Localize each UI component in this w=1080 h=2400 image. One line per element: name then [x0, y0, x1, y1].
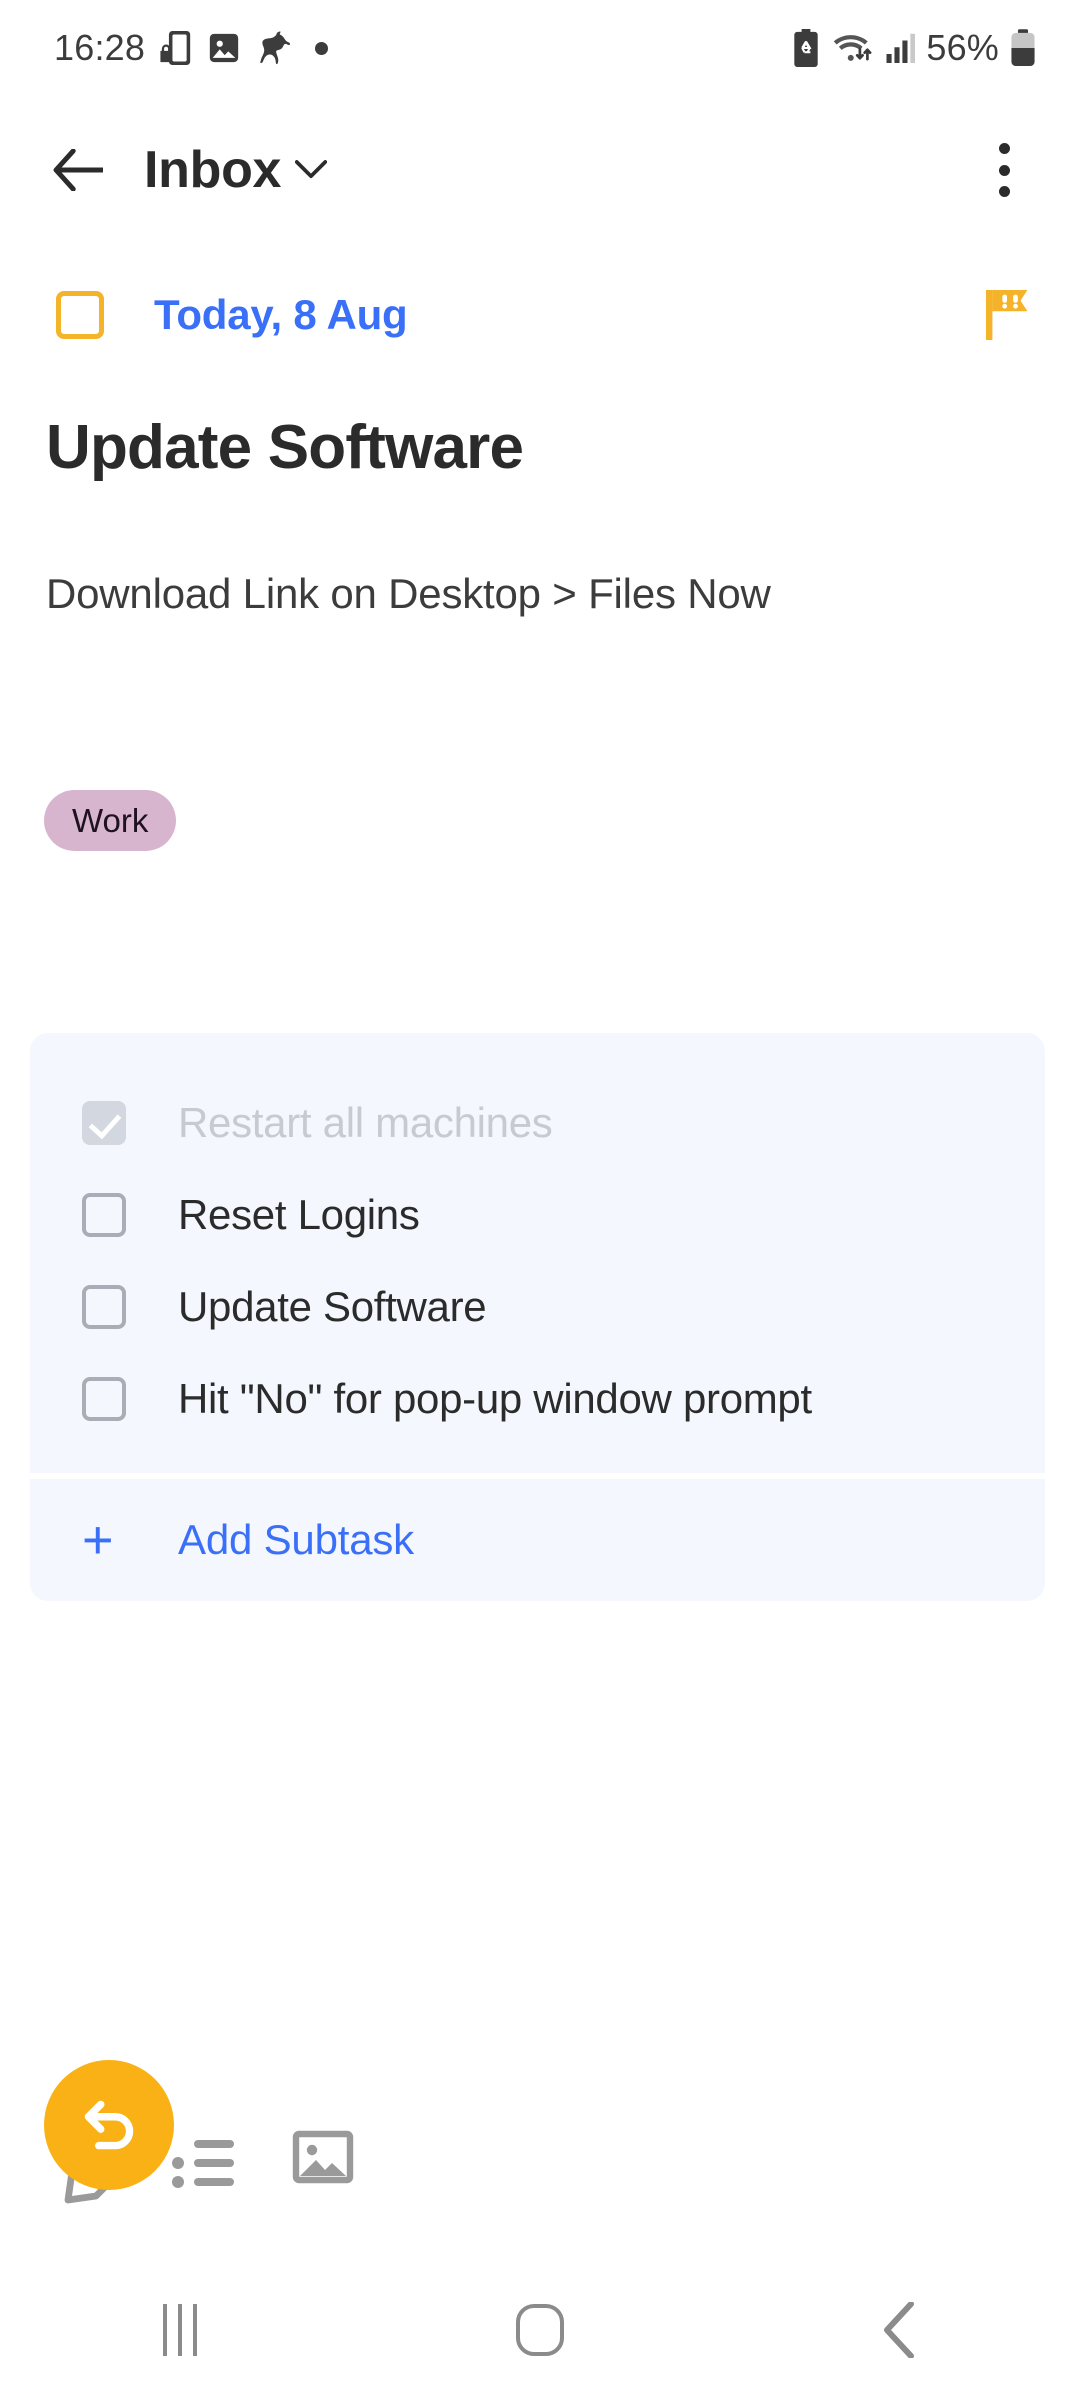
plus-icon: + — [82, 1510, 114, 1570]
subtask-checkbox[interactable] — [82, 1377, 126, 1421]
phone-lock-icon — [160, 31, 191, 65]
subtask-row[interactable]: Hit "No" for pop-up window prompt — [30, 1353, 1045, 1445]
subtask-checkbox[interactable] — [82, 1193, 126, 1237]
subtask-label: Hit "No" for pop-up window prompt — [178, 1375, 812, 1422]
task-complete-checkbox[interactable] — [56, 291, 104, 339]
home-icon — [516, 2304, 564, 2356]
status-time: 16:28 — [54, 27, 146, 68]
subtask-checkbox[interactable] — [82, 1285, 126, 1329]
add-subtask-button[interactable]: + Add Subtask — [30, 1479, 1045, 1601]
undo-button[interactable] — [44, 2060, 174, 2190]
image-icon — [209, 33, 239, 63]
back-arrow-icon — [53, 149, 103, 191]
subtask-list-button[interactable] — [172, 2136, 234, 2190]
android-nav-bar — [0, 2260, 1080, 2400]
status-bar: 16:28 56% — [0, 0, 1080, 96]
image-icon — [292, 2130, 354, 2184]
menu-dot-3 — [998, 186, 1010, 197]
nav-home-button[interactable] — [450, 2260, 630, 2400]
notification-dot-icon — [315, 41, 329, 55]
task-due-date[interactable]: Today, 8 Aug — [154, 291, 408, 339]
task-description[interactable]: Download Link on Desktop > Files Now — [46, 570, 1036, 618]
recents-icon — [163, 2304, 197, 2356]
subtask-label: Reset Logins — [178, 1191, 420, 1238]
signal-bars-icon — [886, 33, 916, 63]
bullet-list-icon — [172, 2140, 234, 2188]
recents-bar-3 — [193, 2304, 197, 2356]
nav-recents-button[interactable] — [90, 2260, 270, 2400]
subtask-row[interactable]: Update Software — [30, 1261, 1045, 1353]
task-title[interactable]: Update Software — [46, 412, 1026, 483]
undo-icon — [84, 2100, 134, 2150]
task-meta-row: Today, 8 Aug — [0, 272, 1080, 358]
wifi-data-icon — [834, 35, 872, 61]
list-selector[interactable]: Inbox — [144, 140, 328, 200]
recents-bar-1 — [163, 2304, 167, 2356]
subtask-list: Restart all machines Reset Logins Update… — [30, 1033, 1045, 1473]
status-bar-left: 16:28 — [54, 27, 329, 69]
battery-saver-icon — [794, 29, 819, 67]
subtask-label: Update Software — [178, 1283, 487, 1330]
menu-dot-1 — [998, 143, 1010, 154]
tag-chip-work[interactable]: Work — [44, 790, 177, 851]
back-button[interactable] — [50, 142, 106, 198]
horse-icon — [260, 31, 291, 65]
menu-dot-2 — [998, 164, 1010, 176]
overflow-menu-button[interactable] — [976, 139, 1032, 201]
page-title: Inbox — [144, 141, 282, 199]
back-chevron-icon — [884, 2302, 914, 2358]
chevron-down-icon — [295, 160, 328, 179]
subtask-row[interactable]: Reset Logins — [30, 1169, 1045, 1261]
battery-percentage: 56% — [926, 27, 999, 68]
app-bar: Inbox — [0, 110, 1080, 230]
priority-flag-button[interactable] — [984, 286, 1036, 345]
attach-image-button[interactable] — [292, 2128, 354, 2186]
app-screen: 16:28 56% Inbox Today, 8 Aug Update Soft… — [0, 0, 1080, 2400]
task-tags: Work — [44, 790, 177, 851]
nav-back-button[interactable] — [810, 2260, 990, 2400]
subtask-panel: Restart all machines Reset Logins Update… — [30, 1033, 1045, 1601]
add-subtask-label: Add Subtask — [178, 1516, 414, 1563]
battery-icon — [1011, 29, 1035, 67]
status-bar-right: 56% — [791, 27, 1036, 69]
subtask-label: Restart all machines — [178, 1099, 553, 1146]
subtask-row[interactable]: Restart all machines — [30, 1077, 1045, 1169]
recents-bar-2 — [178, 2304, 182, 2356]
priority-flag-icon — [986, 289, 1028, 340]
subtask-checkbox[interactable] — [82, 1101, 126, 1145]
